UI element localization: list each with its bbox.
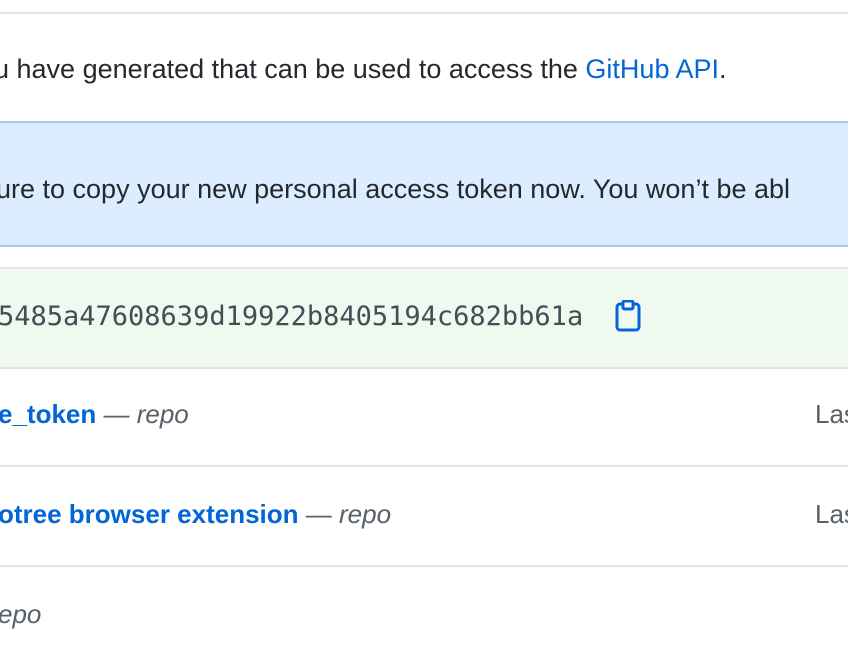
description-suffix: . — [719, 54, 727, 84]
token-name-link[interactable]: otree browser extension — [0, 499, 299, 529]
clipboard-icon[interactable] — [614, 299, 642, 332]
token-scope: epo — [0, 599, 42, 629]
token-name-link[interactable]: e_token — [0, 399, 96, 429]
section-divider — [0, 12, 848, 14]
flash-message: ure to copy your new personal access tok… — [0, 174, 791, 204]
token-list-item: e_token — repo Las — [0, 367, 848, 467]
flash-notice: ure to copy your new personal access tok… — [0, 121, 848, 247]
tokens-description: u have generated that can be used to acc… — [0, 51, 727, 87]
new-token-value[interactable]: 5485a47608639d19922b8405194c682bb61a — [0, 299, 583, 335]
token-list-item: otree browser extension — repo Las — [0, 467, 848, 567]
token-separator: — — [298, 499, 339, 529]
token-scope: repo — [136, 399, 189, 429]
description-text: u have generated that can be used to acc… — [0, 54, 586, 84]
token-list-item: epo — [0, 567, 848, 665]
new-token-row: 5485a47608639d19922b8405194c682bb61a — [0, 267, 848, 369]
token-separator: — — [96, 399, 137, 429]
token-last-used: Las — [815, 499, 848, 529]
github-api-link[interactable]: GitHub API — [585, 54, 719, 84]
token-last-used: Las — [815, 399, 848, 429]
token-scope: repo — [339, 499, 392, 529]
